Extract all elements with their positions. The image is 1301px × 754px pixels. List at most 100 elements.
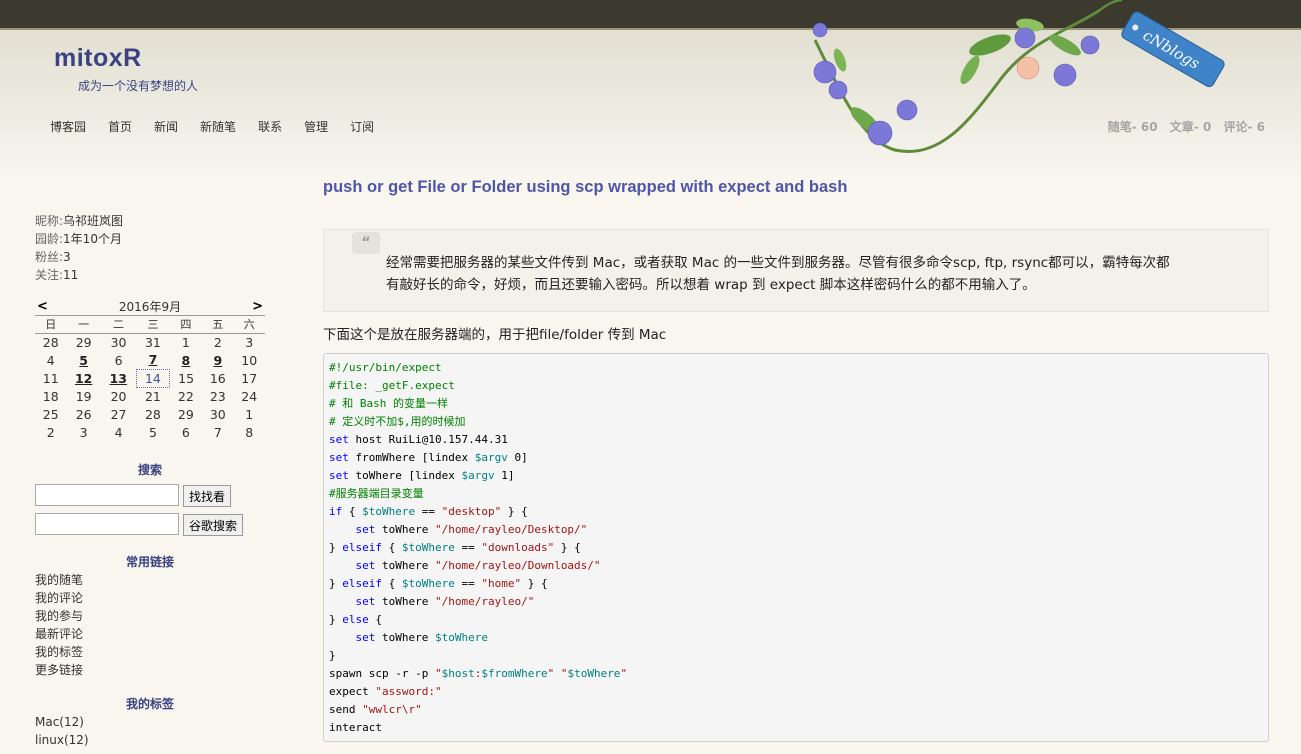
calendar-day: 30 [110,334,127,350]
post-title[interactable]: push or get File or Folder using scp wra… [323,178,847,197]
calendar-weekday: 一 [66,316,101,334]
quote-text: 经常需要把服务器的某些文件传到 Mac，或者获取 Mac 的一些文件到服务器。尽… [386,252,1216,296]
calendar-day: 2 [46,424,55,440]
calendar-day: 1 [181,334,190,350]
code-line: set toWhere "/home/rayleo/Desktop/" [355,523,588,536]
nav-home[interactable]: 首页 [108,118,132,135]
nav-cnblogs[interactable]: 博客园 [50,118,86,135]
code-line: } elseif { $toWhere == "downloads" } { [329,541,581,554]
calendar-day: 6 [114,352,123,368]
calendar-weekday: 三 [136,316,170,334]
calendar-weekday: 五 [202,316,234,334]
calendar-day: 20 [110,388,127,404]
code-line: set toWhere "/home/rayleo/" [355,595,535,608]
code-line: set toWhere "/home/rayleo/Downloads/" [355,559,601,572]
blog-title[interactable]: mitoxR [54,44,142,73]
code-line: if { $toWhere == "desktop" } { [329,505,528,518]
calendar-day-link[interactable]: 9 [202,351,233,369]
nav-subscribe[interactable]: 订阅 [350,118,374,135]
code-line: set host RuiLi@10.157.44.31 [329,433,508,446]
calendar-day: 3 [79,424,88,440]
code-block: #!/usr/bin/expect #file: _getF.expect # 和 … [323,353,1269,742]
calendar-day: 29 [75,334,92,350]
fans-label: 粉丝: [35,250,64,264]
nav-new-post[interactable]: 新随笔 [200,118,236,135]
calendar-weekday: 六 [233,316,265,334]
post-intro: 下面这个是放在服务器端的，用于把file/folder 传到 Mac [323,327,667,343]
code-line: interact [329,721,382,734]
calendar-day: 1 [245,406,254,422]
calendar-day: 28 [144,406,161,422]
calendar-day: 4 [114,424,123,440]
code-line: } elseif { $toWhere == "home" } { [329,577,548,590]
calendar-weekday: 日 [35,316,67,334]
tags-title: 我的标签 [125,697,174,711]
calendar-day: 25 [42,406,59,422]
profile-info: 昵称:乌祁班岚图 园龄:1年10个月 粉丝:3 关注:11 [35,212,123,284]
tag-mac[interactable]: Mac(12) [35,713,89,731]
link-my-participation[interactable]: 我的参与 [35,607,83,625]
search-title: 搜索 [137,463,162,477]
code-line: expect "assword:" [329,685,442,698]
calendar-weekday: 二 [100,316,137,334]
quote-icon: “ [352,232,380,254]
nickname-label: 昵称: [35,214,64,228]
site-search-button[interactable]: 找找看 [183,485,232,507]
calendar-day: 15 [178,370,195,386]
calendar-day: 17 [241,370,258,386]
calendar-day-link[interactable]: 12 [66,369,100,387]
code-line: set toWhere $toWhere [355,631,488,644]
link-my-posts[interactable]: 我的随笔 [35,571,83,589]
code-line: set fromWhere [lindex $argv 0] [329,451,528,464]
follow-value[interactable]: 11 [63,268,78,282]
calendar-day-link[interactable]: 7 [136,351,169,369]
calendar-day: 18 [42,388,59,404]
code-line: # 和 Bash 的变量一样 [329,397,448,410]
calendar-day: 29 [177,406,194,422]
calendar-day: 4 [46,352,55,368]
links-title: 常用链接 [125,555,174,569]
age-value[interactable]: 1年10个月 [63,232,122,246]
calendar-day: 22 [177,388,194,404]
flower-vine-decoration-icon: cNblogs [812,0,1225,153]
calendar-day: 11 [42,370,59,386]
prev-month-button[interactable]: < [35,299,50,314]
code-line: # 定义时不加$,用的时候加 [329,415,466,428]
link-my-comments[interactable]: 我的评论 [35,589,83,607]
calendar-header: < 2016年9月 > [35,298,265,316]
calendar-day: 30 [209,406,226,422]
calendar-day: 3 [245,334,254,350]
age-label: 园龄: [35,232,64,246]
calendar-day-link[interactable]: 13 [101,369,136,387]
calendar-day-link[interactable]: 5 [66,351,100,369]
tags-list: Mac(12) linux(12) [35,713,89,749]
calendar-day-link[interactable]: 8 [170,351,202,369]
nav-admin[interactable]: 管理 [304,118,328,135]
nav-news[interactable]: 新闻 [154,118,178,135]
fans-value[interactable]: 3 [63,250,71,264]
tag-linux[interactable]: linux(12) [35,731,89,749]
code-line: #!/usr/bin/expect [329,361,442,374]
code-line: } else { [329,613,382,626]
calendar-weekday: 四 [169,316,203,334]
code-line: spawn scp -r -p "$host:$fromWhere" "$toW… [329,667,628,680]
calendar-day: 23 [209,388,226,404]
link-my-tags[interactable]: 我的标签 [35,643,83,661]
blog-subtitle: 成为一个没有梦想的人 [78,79,199,93]
calendar-day: 2 [213,334,222,350]
nickname-value[interactable]: 乌祁班岚图 [63,214,123,228]
calendar-day: 19 [75,388,92,404]
calendar-month: 2016年9月 [118,300,182,314]
site-search-input[interactable] [35,484,179,506]
link-more[interactable]: 更多链接 [35,661,83,679]
code-line: send "wwlcr\r" [329,703,422,716]
google-search-input[interactable] [35,513,179,535]
next-month-button[interactable]: > [250,299,265,314]
links-list: 我的随笔 我的评论 我的参与 最新评论 我的标签 更多链接 [35,571,83,679]
calendar-day: 27 [110,406,127,422]
link-latest-comments[interactable]: 最新评论 [35,625,83,643]
nav-contact[interactable]: 联系 [258,118,282,135]
google-search-button[interactable]: 谷歌搜索 [183,514,244,536]
code-line: set toWhere [lindex $argv 1] [329,469,515,482]
calendar-day: 10 [241,352,258,368]
